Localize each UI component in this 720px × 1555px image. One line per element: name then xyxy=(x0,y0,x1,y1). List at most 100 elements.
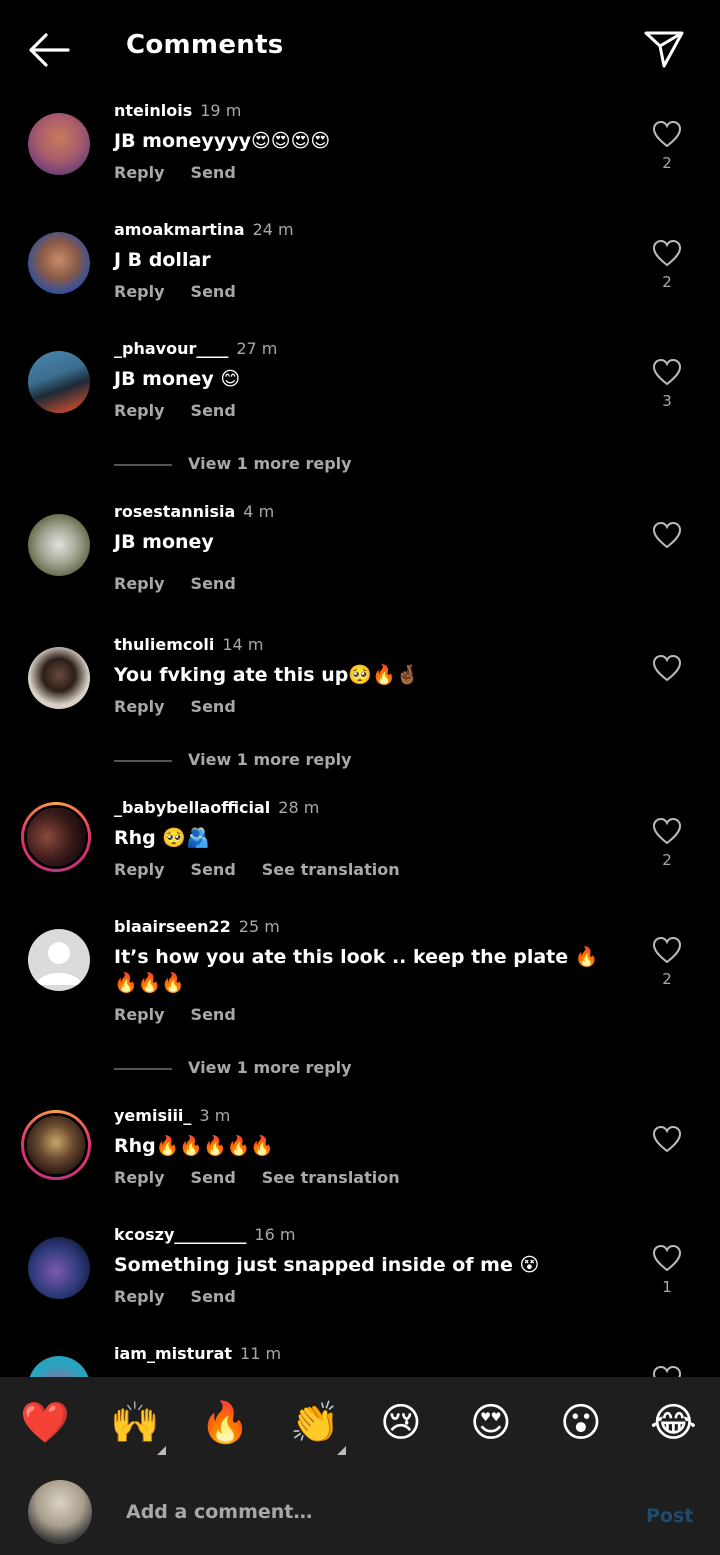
comment-actions: Reply Send xyxy=(114,1287,262,1306)
comment-time: 24 m xyxy=(252,220,294,239)
reply-button[interactable]: Reply xyxy=(114,860,165,879)
send-button[interactable]: Send xyxy=(191,1287,236,1306)
comment-time: 14 m xyxy=(222,635,264,654)
reply-button[interactable]: Reply xyxy=(114,1287,165,1306)
avatar[interactable] xyxy=(28,232,90,294)
heart-eyes-emoji-button[interactable]: 😍 xyxy=(470,1399,512,1447)
avatar[interactable] xyxy=(28,113,90,175)
view-more-replies[interactable]: View 1 more reply xyxy=(114,454,352,473)
see-translation-button[interactable]: See translation xyxy=(262,860,400,879)
heart-icon[interactable] xyxy=(652,1244,682,1272)
avatar[interactable] xyxy=(28,514,90,576)
comment-time: 28 m xyxy=(278,798,320,817)
comment-actions: Reply Send xyxy=(114,163,262,182)
comment-time: 27 m xyxy=(236,339,278,358)
arrow-left-icon[interactable] xyxy=(26,30,72,70)
reply-button[interactable]: Reply xyxy=(114,1168,165,1187)
comment-time: 4 m xyxy=(243,502,275,521)
comment-author[interactable]: nteinlois 19 m xyxy=(114,101,241,120)
comment-actions: Reply Send See translation xyxy=(114,860,426,879)
reply-button[interactable]: Reply xyxy=(114,163,165,182)
surprised-face-emoji-button[interactable]: 😮 xyxy=(560,1399,602,1447)
avatar[interactable] xyxy=(28,929,90,991)
comment-author[interactable]: _phavour____ 27 m xyxy=(114,339,277,358)
emoji-reaction-bar: ❤️ 🙌 🔥 👏 😢 😍 😮 😂 xyxy=(0,1377,720,1471)
tears-of-joy-emoji-button[interactable]: 😂 xyxy=(650,1399,697,1447)
comment-text: JB money xyxy=(114,531,214,553)
default-user-icon xyxy=(36,942,82,985)
crying-face-emoji-button[interactable]: 😢 xyxy=(380,1399,422,1447)
current-user-avatar[interactable] xyxy=(28,1480,92,1544)
comment-author[interactable]: yemisiii_ 3 m xyxy=(114,1106,230,1125)
reply-button[interactable]: Reply xyxy=(114,282,165,301)
comment-text: J B dollar xyxy=(114,249,211,271)
comment-time: 16 m xyxy=(254,1225,296,1244)
reply-button[interactable]: Reply xyxy=(114,697,165,716)
comment-author[interactable]: kcoszy_________ 16 m xyxy=(114,1225,295,1244)
heart-icon[interactable] xyxy=(652,239,682,267)
comment-input[interactable] xyxy=(126,1497,586,1527)
clapping-hands-emoji-button[interactable]: 👏 xyxy=(290,1399,340,1447)
see-translation-button[interactable]: See translation xyxy=(262,1168,400,1187)
comment-text: JB money 😊 xyxy=(114,368,241,390)
raising-hands-emoji-button[interactable]: 🙌 xyxy=(110,1399,160,1447)
send-button[interactable]: Send xyxy=(191,1168,236,1187)
send-button[interactable]: Send xyxy=(191,282,236,301)
avatar[interactable] xyxy=(28,647,90,709)
avatar[interactable] xyxy=(28,1237,90,1299)
send-button[interactable]: Send xyxy=(191,860,236,879)
divider xyxy=(114,1067,172,1070)
avatar[interactable] xyxy=(28,1356,90,1377)
heart-icon[interactable] xyxy=(652,358,682,386)
send-button[interactable]: Send xyxy=(191,1005,236,1024)
skin-tone-indicator-icon xyxy=(337,1446,346,1455)
heart-icon[interactable] xyxy=(652,817,682,845)
paper-plane-icon[interactable] xyxy=(642,28,686,70)
comment-author[interactable]: _babybellaofficial 28 m xyxy=(114,798,319,817)
fire-emoji-button[interactable]: 🔥 xyxy=(200,1399,250,1447)
heart-icon[interactable] xyxy=(652,654,682,682)
comment-text: Something just snapped inside of me 😵 xyxy=(114,1254,540,1276)
reply-button[interactable]: Reply xyxy=(114,574,165,593)
page-title: Comments xyxy=(126,30,284,60)
comment-time: 19 m xyxy=(200,101,242,120)
comment-author[interactable]: thuliemcoli 14 m xyxy=(114,635,263,654)
heart-icon[interactable] xyxy=(652,120,682,148)
like-count: 2 xyxy=(662,851,672,869)
avatar[interactable] xyxy=(21,1110,91,1180)
send-button[interactable]: Send xyxy=(191,697,236,716)
comment-author[interactable]: rosestannisia 4 m xyxy=(114,502,274,521)
avatar[interactable] xyxy=(28,351,90,413)
like-count: 1 xyxy=(662,1278,672,1296)
comment-author[interactable]: blaairseen22 25 m xyxy=(114,917,280,936)
comment-time: 3 m xyxy=(199,1106,231,1125)
comment-time: 25 m xyxy=(238,917,280,936)
view-more-replies[interactable]: View 1 more reply xyxy=(114,1058,352,1077)
reply-button[interactable]: Reply xyxy=(114,401,165,420)
comment-actions: Reply Send xyxy=(114,574,262,593)
comments-list[interactable]: nteinlois 19 m JB moneyyyy😍😍😍😍 Reply Send … xyxy=(0,96,720,1377)
comment-text: Rhg🔥🔥🔥🔥🔥 xyxy=(114,1135,275,1157)
divider xyxy=(114,759,172,762)
comment-actions: Reply Send xyxy=(114,1005,262,1024)
comment-author[interactable]: iam_misturat 11 m xyxy=(114,1344,281,1363)
comment-actions: Reply Send xyxy=(114,282,262,301)
comment-time: 11 m xyxy=(240,1344,282,1363)
reply-button[interactable]: Reply xyxy=(114,1005,165,1024)
like-count: 2 xyxy=(662,273,672,291)
comment-author[interactable]: amoakmartina 24 m xyxy=(114,220,294,239)
divider xyxy=(114,463,172,466)
post-button[interactable]: Post xyxy=(646,1505,693,1527)
send-button[interactable]: Send xyxy=(191,401,236,420)
avatar[interactable] xyxy=(21,802,91,872)
comment-text: Rhg 🥺🫂 xyxy=(114,827,210,849)
view-more-replies[interactable]: View 1 more reply xyxy=(114,750,352,769)
send-button[interactable]: Send xyxy=(191,163,236,182)
send-button[interactable]: Send xyxy=(191,574,236,593)
heart-icon[interactable] xyxy=(652,1365,682,1377)
red-heart-emoji-button[interactable]: ❤️ xyxy=(20,1399,70,1447)
heart-icon[interactable] xyxy=(652,521,682,549)
heart-icon[interactable] xyxy=(652,1125,682,1153)
comment-text: It’s how you ate this look .. keep the p… xyxy=(114,946,599,994)
heart-icon[interactable] xyxy=(652,936,682,964)
